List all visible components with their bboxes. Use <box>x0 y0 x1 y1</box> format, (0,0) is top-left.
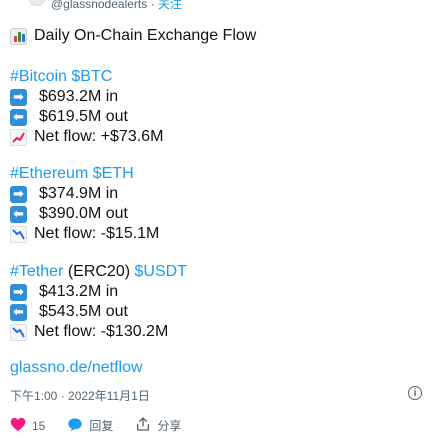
cashtag-link[interactable]: $BTC <box>71 68 112 85</box>
share-label: 分享 <box>157 419 182 433</box>
chart-increasing-icon <box>10 128 27 146</box>
netflow-line: Net flow: +$73.6M <box>10 127 163 147</box>
tweet-title-row: Daily On-Chain Exchange Flow <box>10 27 256 45</box>
section-ethereum: #Ethereum $ETH ➡ $374.9M in ⬅ $390.0M ou… <box>10 164 159 244</box>
section-bitcoin: #Bitcoin $BTC ➡ $693.2M in ⬅ $619.5M out… <box>10 67 163 147</box>
user-handle[interactable]: @glassnodealerts <box>51 0 147 11</box>
inflow-value: $693.2M in <box>39 88 119 105</box>
info-icon[interactable]: i <box>408 386 422 400</box>
inflow-value: $374.9M in <box>39 185 119 202</box>
section-tether: #Tether (ERC20) $USDT ➡ $413.2M in ⬅ $54… <box>10 262 187 342</box>
tweet-title: Daily On-Chain Exchange Flow <box>34 27 257 44</box>
netflow-line: Net flow: -$130.2M <box>10 322 187 342</box>
right-arrow-icon: ➡ <box>10 283 27 301</box>
chart-decreasing-icon <box>10 225 27 243</box>
cashtag-link[interactable]: $ETH <box>93 165 134 182</box>
left-arrow-icon: ⬅ <box>10 303 27 321</box>
outflow-line: ⬅ $543.5M out <box>10 302 187 322</box>
right-arrow-icon: ➡ <box>10 88 27 106</box>
inflow-line: ➡ $374.9M in <box>10 184 159 204</box>
share-button[interactable]: 分享 <box>135 416 181 435</box>
netflow-value: Net flow: +$73.6M <box>34 128 164 145</box>
hashtag-link[interactable]: #Bitcoin <box>10 68 67 85</box>
bar-chart-icon <box>10 27 27 45</box>
right-arrow-icon: ➡ <box>10 185 27 203</box>
netflow-value: Net flow: -$130.2M <box>34 323 169 340</box>
inflow-line: ➡ $693.2M in <box>10 87 163 107</box>
inflow-line: ➡ $413.2M in <box>10 282 187 302</box>
like-button[interactable]: 15 <box>10 417 45 435</box>
avatar[interactable] <box>28 0 46 6</box>
tweet-actions: 15 回复 分享 <box>10 416 203 435</box>
follow-button[interactable]: 关注 <box>158 0 182 11</box>
left-arrow-icon: ⬅ <box>10 205 27 223</box>
token-standard: (ERC20) <box>63 263 135 280</box>
netflow-line: Net flow: -$15.1M <box>10 224 159 244</box>
tweet-timestamp[interactable]: 下午1:00 · 2022年11月1日 <box>10 387 150 404</box>
heart-icon <box>10 417 26 435</box>
outflow-value: $390.0M out <box>39 205 128 222</box>
section-heading: #Ethereum $ETH <box>10 164 159 184</box>
netflow-value: Net flow: -$15.1M <box>34 225 160 242</box>
like-count: 15 <box>32 418 46 433</box>
hashtag-link[interactable]: #Tether <box>10 263 63 280</box>
share-icon <box>135 416 151 435</box>
separator: · <box>147 0 158 11</box>
outflow-value: $543.5M out <box>39 303 128 320</box>
inflow-value: $413.2M in <box>39 283 119 300</box>
reply-label: 回复 <box>89 419 114 433</box>
section-heading: #Bitcoin $BTC <box>10 67 163 87</box>
speech-bubble-icon <box>67 417 83 435</box>
user-handle-row: @glassnodealerts · 关注 <box>51 0 182 12</box>
hashtag-link[interactable]: #Ethereum <box>10 165 88 182</box>
outflow-line: ⬅ $390.0M out <box>10 204 159 224</box>
cashtag-link[interactable]: $USDT <box>135 263 187 280</box>
chart-decreasing-icon <box>10 323 27 341</box>
netflow-link[interactable]: glassno.de/netflow <box>10 359 143 377</box>
outflow-line: ⬅ $619.5M out <box>10 107 163 127</box>
left-arrow-icon: ⬅ <box>10 108 27 126</box>
tweet-header: @glassnodealerts · 关注 <box>0 0 435 14</box>
outflow-value: $619.5M out <box>39 108 128 125</box>
reply-button[interactable]: 回复 <box>67 417 113 435</box>
section-heading: #Tether (ERC20) $USDT <box>10 262 187 282</box>
